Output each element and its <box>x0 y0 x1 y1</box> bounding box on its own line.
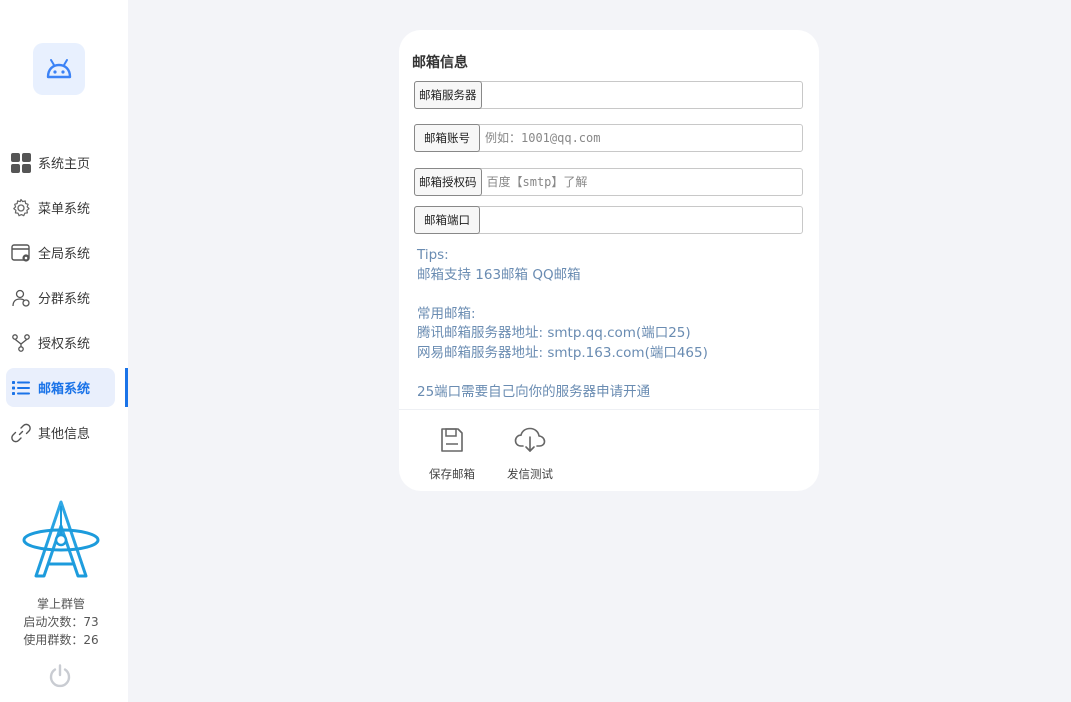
tips-line: 网易邮箱服务器地址: smtp.163.com(端口465) <box>417 344 708 361</box>
sidebar-nav: 系统主页 菜单系统 全局系统 分群系统 授权系统 邮箱系统 其他信息 <box>0 143 128 458</box>
window-settings-icon <box>10 242 32 264</box>
mail-settings-card: 邮箱信息 邮箱服务器 邮箱账号 邮箱授权码 邮箱端口 Tips: 邮箱支持 16… <box>399 30 819 491</box>
active-indicator <box>125 368 128 407</box>
link-icon <box>10 422 32 444</box>
tips-line: 25端口需要自己向你的服务器申请开通 <box>417 383 651 400</box>
card-title: 邮箱信息 <box>412 55 468 71</box>
sidebar: 系统主页 菜单系统 全局系统 分群系统 授权系统 邮箱系统 其他信息 掌上群管 … <box>0 0 128 702</box>
tips-line: 常用邮箱: <box>417 305 476 322</box>
android-logo[interactable] <box>33 43 85 95</box>
field-label: 邮箱服务器 <box>414 81 482 109</box>
group-count: 使用群数：26 <box>23 633 99 647</box>
gear-icon <box>10 197 32 219</box>
field-label: 邮箱端口 <box>414 206 480 234</box>
mail-port-input[interactable] <box>480 207 802 233</box>
tips-line <box>417 363 708 383</box>
send-test-label: 发信测试 <box>507 467 553 481</box>
mail-account-field: 邮箱账号 <box>414 124 803 152</box>
divider <box>399 409 819 410</box>
sidebar-item-label: 菜单系统 <box>38 202 91 217</box>
mail-account-input[interactable] <box>480 125 802 151</box>
sidebar-item-mail[interactable]: 邮箱系统 <box>6 368 128 407</box>
sidebar-item-home[interactable]: 系统主页 <box>6 143 115 182</box>
user-group-icon <box>10 287 32 309</box>
send-test-button[interactable]: 发信测试 <box>498 426 562 482</box>
android-icon <box>46 59 72 79</box>
field-label: 邮箱授权码 <box>414 168 482 196</box>
sidebar-item-menu[interactable]: 菜单系统 <box>6 188 115 227</box>
sidebar-item-other[interactable]: 其他信息 <box>6 413 115 452</box>
sidebar-item-label: 全局系统 <box>38 247 91 262</box>
sidebar-item-label: 授权系统 <box>38 337 91 352</box>
fork-icon <box>10 332 32 354</box>
list-icon <box>10 377 32 399</box>
tips-text: Tips: 邮箱支持 163邮箱 QQ邮箱 常用邮箱: 腾讯邮箱服务器地址: s… <box>417 246 708 402</box>
tips-line <box>417 285 708 305</box>
sidebar-item-label: 分群系统 <box>38 292 91 307</box>
brand-logo-icon <box>22 500 100 578</box>
mail-port-field: 邮箱端口 <box>414 206 803 234</box>
sidebar-item-auth[interactable]: 授权系统 <box>6 323 115 362</box>
sidebar-item-label: 其他信息 <box>38 427 91 442</box>
auth-code-input[interactable] <box>481 169 802 195</box>
launch-count: 启动次数：73 <box>23 615 99 629</box>
smtp-server-input[interactable] <box>481 82 802 108</box>
power-icon[interactable] <box>47 663 73 689</box>
grid-icon <box>10 152 32 174</box>
save-mail-label: 保存邮箱 <box>429 467 475 481</box>
sidebar-item-group[interactable]: 分群系统 <box>6 278 115 317</box>
save-mail-button[interactable]: 保存邮箱 <box>420 426 484 482</box>
auth-code-field: 邮箱授权码 <box>414 168 803 196</box>
tips-line: 腾讯邮箱服务器地址: smtp.qq.com(端口25) <box>417 325 691 341</box>
sidebar-item-global[interactable]: 全局系统 <box>6 233 115 272</box>
save-icon <box>441 428 463 452</box>
sidebar-item-label: 邮箱系统 <box>38 382 91 397</box>
tips-line: Tips: <box>417 247 449 263</box>
app-name: 掌上群管 <box>36 597 85 611</box>
tips-line: 邮箱支持 163邮箱 QQ邮箱 <box>417 266 581 283</box>
cloud-download-icon <box>514 427 546 452</box>
sidebar-item-label: 系统主页 <box>38 157 91 172</box>
smtp-server-field: 邮箱服务器 <box>414 81 803 109</box>
field-label: 邮箱账号 <box>414 124 480 152</box>
